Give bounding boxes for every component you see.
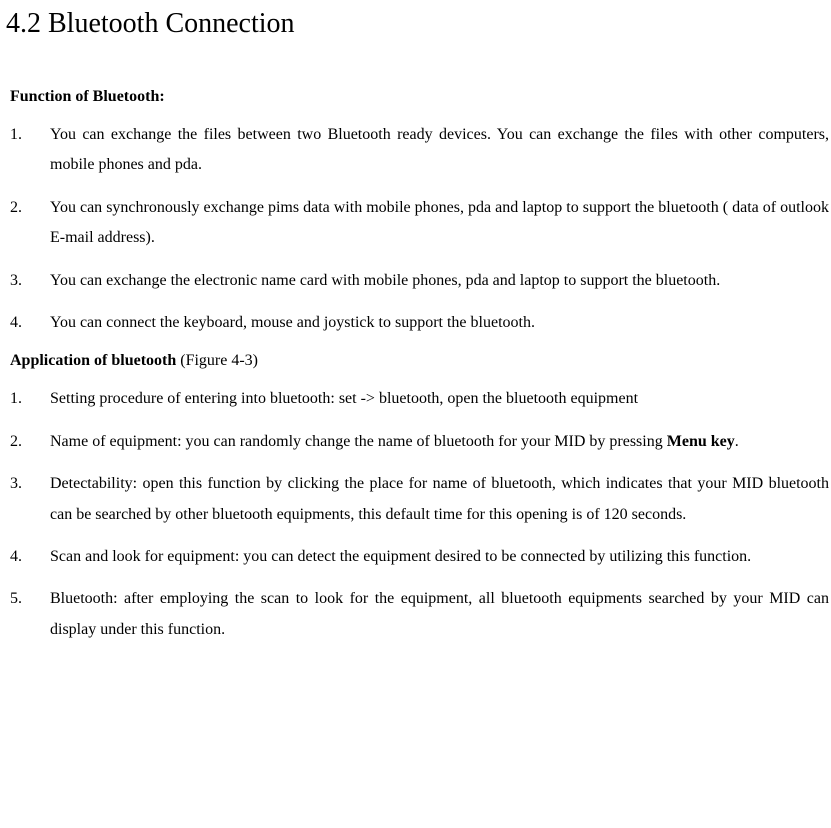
item-number: 1. — [10, 120, 50, 181]
list-item: 2. You can synchronously exchange pims d… — [10, 193, 831, 254]
item-text-after: . — [735, 433, 739, 450]
item-content: You can exchange the files between two B… — [50, 120, 831, 181]
list-item: 1. You can exchange the files between tw… — [10, 120, 831, 181]
menu-key-bold: Menu key — [667, 433, 735, 450]
item-content: Bluetooth: after employing the scan to l… — [50, 584, 831, 645]
item-number: 3. — [10, 469, 50, 530]
item-number: 2. — [10, 193, 50, 254]
application-list: 1. Setting procedure of entering into bl… — [10, 384, 831, 645]
list-item: 5. Bluetooth: after employing the scan t… — [10, 584, 831, 645]
application-subheading-rest: (Figure 4-3) — [176, 352, 258, 369]
function-list: 1. You can exchange the files between tw… — [10, 120, 831, 338]
item-number: 1. — [10, 384, 50, 414]
list-item: 4. Scan and look for equipment: you can … — [10, 542, 831, 572]
item-content: Detectability: open this function by cli… — [50, 469, 831, 530]
item-number: 4. — [10, 542, 50, 572]
list-item: 4. You can connect the keyboard, mouse a… — [10, 308, 831, 338]
section-title: 4.2 Bluetooth Connection — [6, 8, 831, 40]
item-number: 3. — [10, 266, 50, 296]
item-content: Scan and look for equipment: you can det… — [50, 542, 831, 572]
list-item: 3. You can exchange the electronic name … — [10, 266, 831, 296]
function-subheading: Function of Bluetooth: — [10, 88, 831, 106]
item-content: You can synchronously exchange pims data… — [50, 193, 831, 254]
item-content: Setting procedure of entering into bluet… — [50, 384, 831, 414]
item-number: 5. — [10, 584, 50, 645]
item-content: You can exchange the electronic name car… — [50, 266, 831, 296]
item-content: Name of equipment: you can randomly chan… — [50, 427, 831, 457]
item-number: 4. — [10, 308, 50, 338]
application-subheading-bold: Application of bluetooth — [10, 352, 176, 369]
item-content: You can connect the keyboard, mouse and … — [50, 308, 831, 338]
application-subheading: Application of bluetooth (Figure 4-3) — [10, 352, 831, 370]
list-item: 1. Setting procedure of entering into bl… — [10, 384, 831, 414]
item-text-before: Name of equipment: you can randomly chan… — [50, 433, 667, 450]
list-item: 3. Detectability: open this function by … — [10, 469, 831, 530]
item-number: 2. — [10, 427, 50, 457]
list-item: 2. Name of equipment: you can randomly c… — [10, 427, 831, 457]
